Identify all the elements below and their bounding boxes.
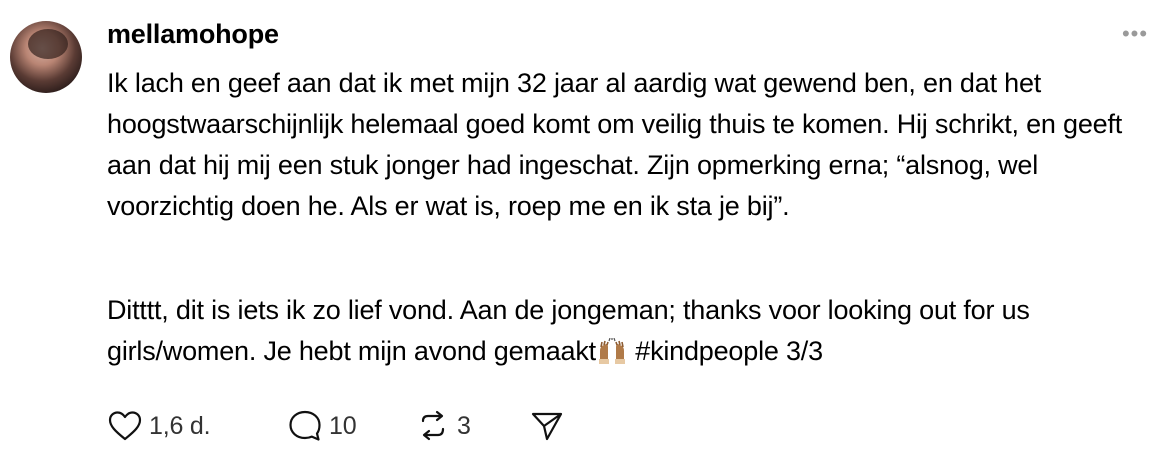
heart-icon	[107, 410, 143, 442]
like-count: 1,6 d.	[149, 411, 211, 440]
username[interactable]: mellamohope	[107, 19, 279, 50]
share-button[interactable]	[530, 410, 564, 442]
avatar[interactable]	[10, 21, 82, 93]
more-options-button[interactable]: •••	[1119, 22, 1151, 46]
comment-icon	[287, 409, 323, 443]
repost-icon	[415, 409, 451, 443]
post-text-part-1: Ditttt, dit is iets ik zo lief vond. Aan…	[107, 295, 1030, 366]
post-text-paragraph-2: Ditttt, dit is iets ik zo lief vond. Aan…	[107, 290, 1157, 372]
post-text-paragraph-1: Ik lach en geef aan dat ik met mijn 32 j…	[107, 68, 1123, 221]
share-icon	[530, 410, 564, 442]
action-bar: 1,6 d. 10 3	[107, 404, 564, 448]
repost-button[interactable]: 3	[415, 409, 530, 443]
reply-count: 10	[329, 411, 357, 440]
reply-button[interactable]: 10	[287, 409, 415, 443]
repost-count: 3	[457, 411, 471, 440]
post-text-part-2: #kindpeople 3/3	[627, 336, 823, 366]
raising-hands-emoji	[597, 335, 627, 364]
like-button[interactable]: 1,6 d.	[107, 410, 287, 442]
